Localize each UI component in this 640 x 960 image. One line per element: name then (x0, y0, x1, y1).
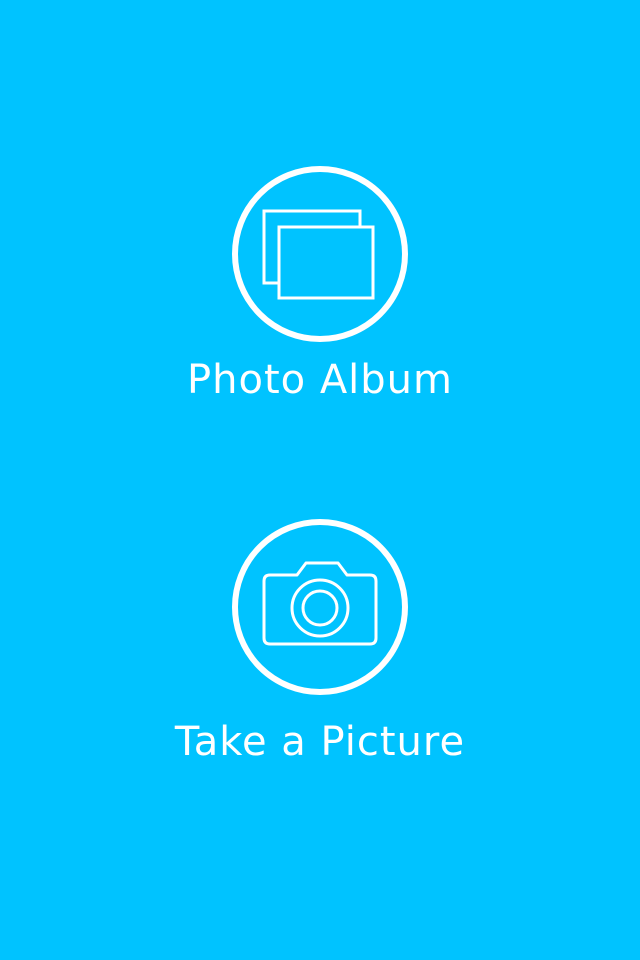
take-picture-button[interactable]: Take a Picture (0, 519, 640, 762)
image-source-picker-screen: Photo Album Take a Picture (0, 0, 640, 960)
photo-album-button[interactable]: Photo Album (0, 166, 640, 400)
photo-album-icon (232, 166, 408, 342)
take-picture-label: Take a Picture (174, 719, 466, 765)
photo-album-label: Photo Album (187, 357, 453, 403)
camera-icon (232, 519, 408, 695)
